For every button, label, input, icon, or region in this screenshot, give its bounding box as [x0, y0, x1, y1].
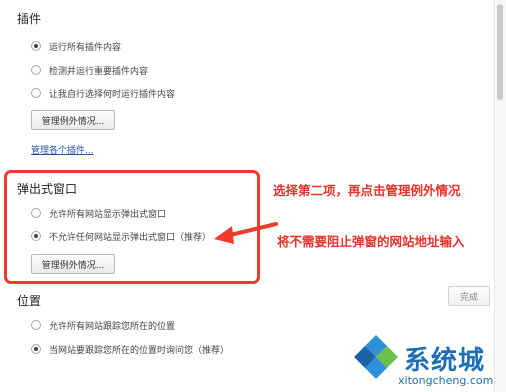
watermark-title: 系统城: [404, 346, 486, 376]
plugins-option-detect-important[interactable]: 检测并运行重要插件内容: [31, 62, 148, 78]
radio-label: 运行所有插件内容: [49, 42, 122, 53]
done-button[interactable]: 完成: [448, 286, 490, 306]
location-section-title: 位置: [17, 294, 42, 308]
radio-label: 当网站要跟踪您所在的位置时询问您（推荐）: [49, 345, 230, 356]
location-option-allow-all[interactable]: 允许所有网站跟踪您所在的位置: [31, 317, 175, 333]
scrollbar-thumb[interactable]: [497, 4, 503, 100]
radio-label: 检测并运行重要插件内容: [49, 66, 149, 77]
watermark-logo-icon: [354, 335, 398, 379]
plugins-option-let-me-choose[interactable]: 让我自行选择何时运行插件内容: [31, 85, 175, 101]
plugins-section-title: 插件: [17, 12, 42, 26]
radio-button[interactable]: [31, 65, 41, 75]
annotation-step-1: 选择第二项，再点击管理例外情况: [273, 183, 461, 198]
radio-button[interactable]: [31, 320, 41, 330]
location-option-ask[interactable]: 当网站要跟踪您所在的位置时询问您（推荐）: [31, 341, 229, 357]
manage-plugins-link[interactable]: 管理各个插件...: [31, 143, 94, 156]
radio-label: 允许所有网站跟踪您所在的位置: [49, 321, 176, 332]
radio-button[interactable]: [31, 88, 41, 98]
plugins-manage-exceptions-button[interactable]: 管理例外情况...: [31, 110, 115, 130]
radio-button[interactable]: [31, 41, 41, 51]
watermark-url: xitongcheng.com: [398, 374, 494, 387]
annotation-step-2: 将不需要阻止弹窗的网站地址输入: [277, 234, 465, 249]
radio-button[interactable]: [31, 344, 41, 354]
plugins-option-run-all[interactable]: 运行所有插件内容: [31, 38, 121, 54]
radio-label: 让我自行选择何时运行插件内容: [49, 89, 176, 100]
red-arrow-icon: [214, 222, 278, 244]
